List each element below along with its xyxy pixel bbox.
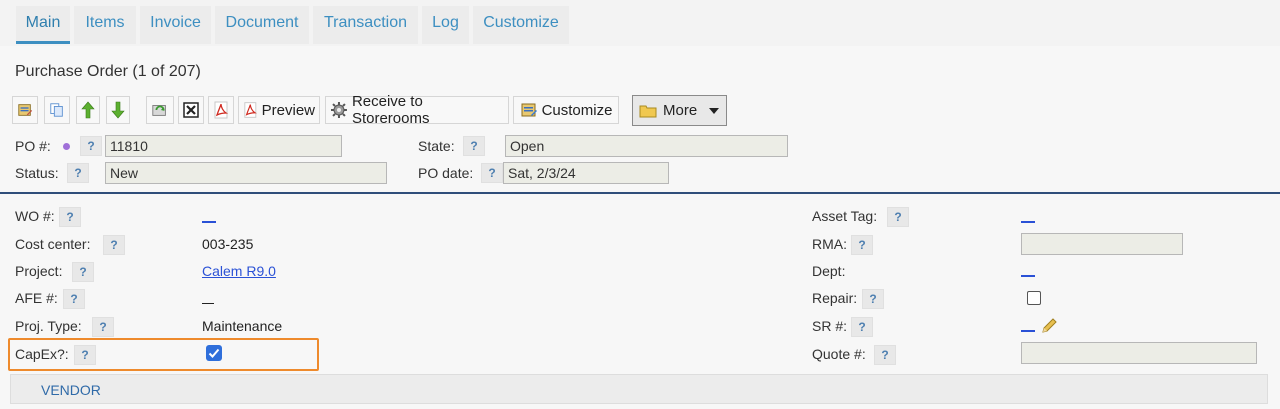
proj-type-label: Proj. Type: [15,318,82,334]
quote-number-label: Quote #: [812,346,866,362]
page-title: Purchase Order (1 of 207) [15,63,201,80]
sr-number-label: SR #: [812,318,848,334]
next-record-button[interactable] [106,96,130,124]
asset-tag-link[interactable] [1021,221,1035,223]
tab-bar: Main Items Invoice Document Transaction … [0,0,1280,46]
vendor-section-label: VENDOR [41,382,101,398]
tab-invoice[interactable]: Invoice [140,6,211,44]
required-dot-icon [63,143,70,150]
refresh-icon [152,105,166,116]
copy-icon [50,103,63,117]
asset-tag-help-icon[interactable]: ? [887,207,909,227]
rma-label: RMA: [812,236,847,252]
preview-button[interactable]: Preview [238,96,320,124]
repair-checkbox[interactable] [1027,291,1041,305]
sr-number-help-icon[interactable]: ? [851,317,873,337]
gear-icon [330,102,347,118]
po-date-field[interactable]: Sat, 2/3/24 [503,162,669,184]
pdf-icon [214,101,229,119]
quote-number-field[interactable] [1021,342,1257,364]
wo-number-link[interactable] [202,221,216,223]
rma-field[interactable] [1021,233,1183,255]
tab-items[interactable]: Items [74,6,136,44]
po-number-label: PO #: [15,138,51,154]
dept-link[interactable] [1021,275,1035,277]
copy-button[interactable] [44,96,70,124]
customize-button[interactable]: Customize [513,96,619,124]
repair-help-icon[interactable]: ? [862,289,884,309]
tab-main[interactable]: Main [16,6,70,44]
folder-icon [639,105,657,117]
tab-customize[interactable]: Customize [473,6,569,44]
receive-label: Receive to Storerooms [351,93,430,127]
sr-number-link[interactable] [1021,330,1035,332]
more-label: More [663,102,698,119]
capex-checkbox[interactable] [206,345,222,361]
project-label: Project: [15,263,63,279]
cost-center-help-icon[interactable]: ? [103,235,125,255]
cost-center-label: Cost center: [15,236,91,252]
quote-number-help-icon[interactable]: ? [874,345,896,365]
state-label: State: [418,138,455,154]
customize-label: Customize [541,101,613,119]
section-divider [0,192,1280,194]
dept-label: Dept: [812,263,846,279]
tab-document[interactable]: Document [215,6,309,44]
rma-help-icon[interactable]: ? [851,235,873,255]
tab-transaction[interactable]: Transaction [313,6,418,44]
checkmark-icon [208,348,220,358]
cost-center-value: 003-235 [202,236,254,252]
pencil-icon[interactable] [1040,317,1058,335]
preview-label: Preview [261,101,315,119]
afe-number-label: AFE #: [15,290,58,306]
delete-button[interactable] [178,96,204,124]
tab-log[interactable]: Log [422,6,469,44]
toolbar: Preview Receive to Storerooms Customize … [12,93,732,127]
edit-form-icon [18,104,33,116]
refresh-button[interactable] [146,96,174,124]
customize-form-icon [521,103,537,117]
repair-label: Repair: [812,290,858,306]
project-help-icon[interactable]: ? [72,262,94,282]
status-field[interactable]: New [105,162,387,184]
wo-number-label: WO #: [15,208,55,224]
status-help-icon[interactable]: ? [67,163,89,183]
arrow-up-icon [81,101,95,119]
proj-type-help-icon[interactable]: ? [92,317,114,337]
vendor-section-header[interactable]: VENDOR [10,374,1268,404]
afe-number-help-icon[interactable]: ? [63,289,85,309]
asset-tag-label: Asset Tag: [812,208,878,224]
edit-button[interactable] [12,96,38,124]
more-button[interactable]: More [632,95,727,126]
receive-to-storerooms-button[interactable]: Receive to Storerooms [325,93,509,127]
pdf-button[interactable] [208,96,234,124]
previous-record-button[interactable] [76,96,100,124]
po-date-help-icon[interactable]: ? [481,163,503,183]
project-link[interactable]: Calem R9.0 [202,263,276,279]
po-date-label: PO date: [418,165,474,181]
proj-type-value: Maintenance [202,318,283,334]
pdf-preview-icon [244,102,257,118]
capex-help-icon[interactable]: ? [74,345,96,365]
po-number-help-icon[interactable]: ? [80,136,102,156]
state-field[interactable]: Open [505,135,788,157]
capex-label: CapEx?: [15,346,69,362]
close-box-icon [183,102,199,118]
po-number-field[interactable]: 11810 [105,135,342,157]
caret-down-icon [709,107,720,114]
state-help-icon[interactable]: ? [463,136,485,156]
status-label: Status: [15,165,59,181]
wo-number-help-icon[interactable]: ? [59,207,81,227]
afe-number-empty-value [202,303,214,304]
arrow-down-icon [111,101,125,119]
